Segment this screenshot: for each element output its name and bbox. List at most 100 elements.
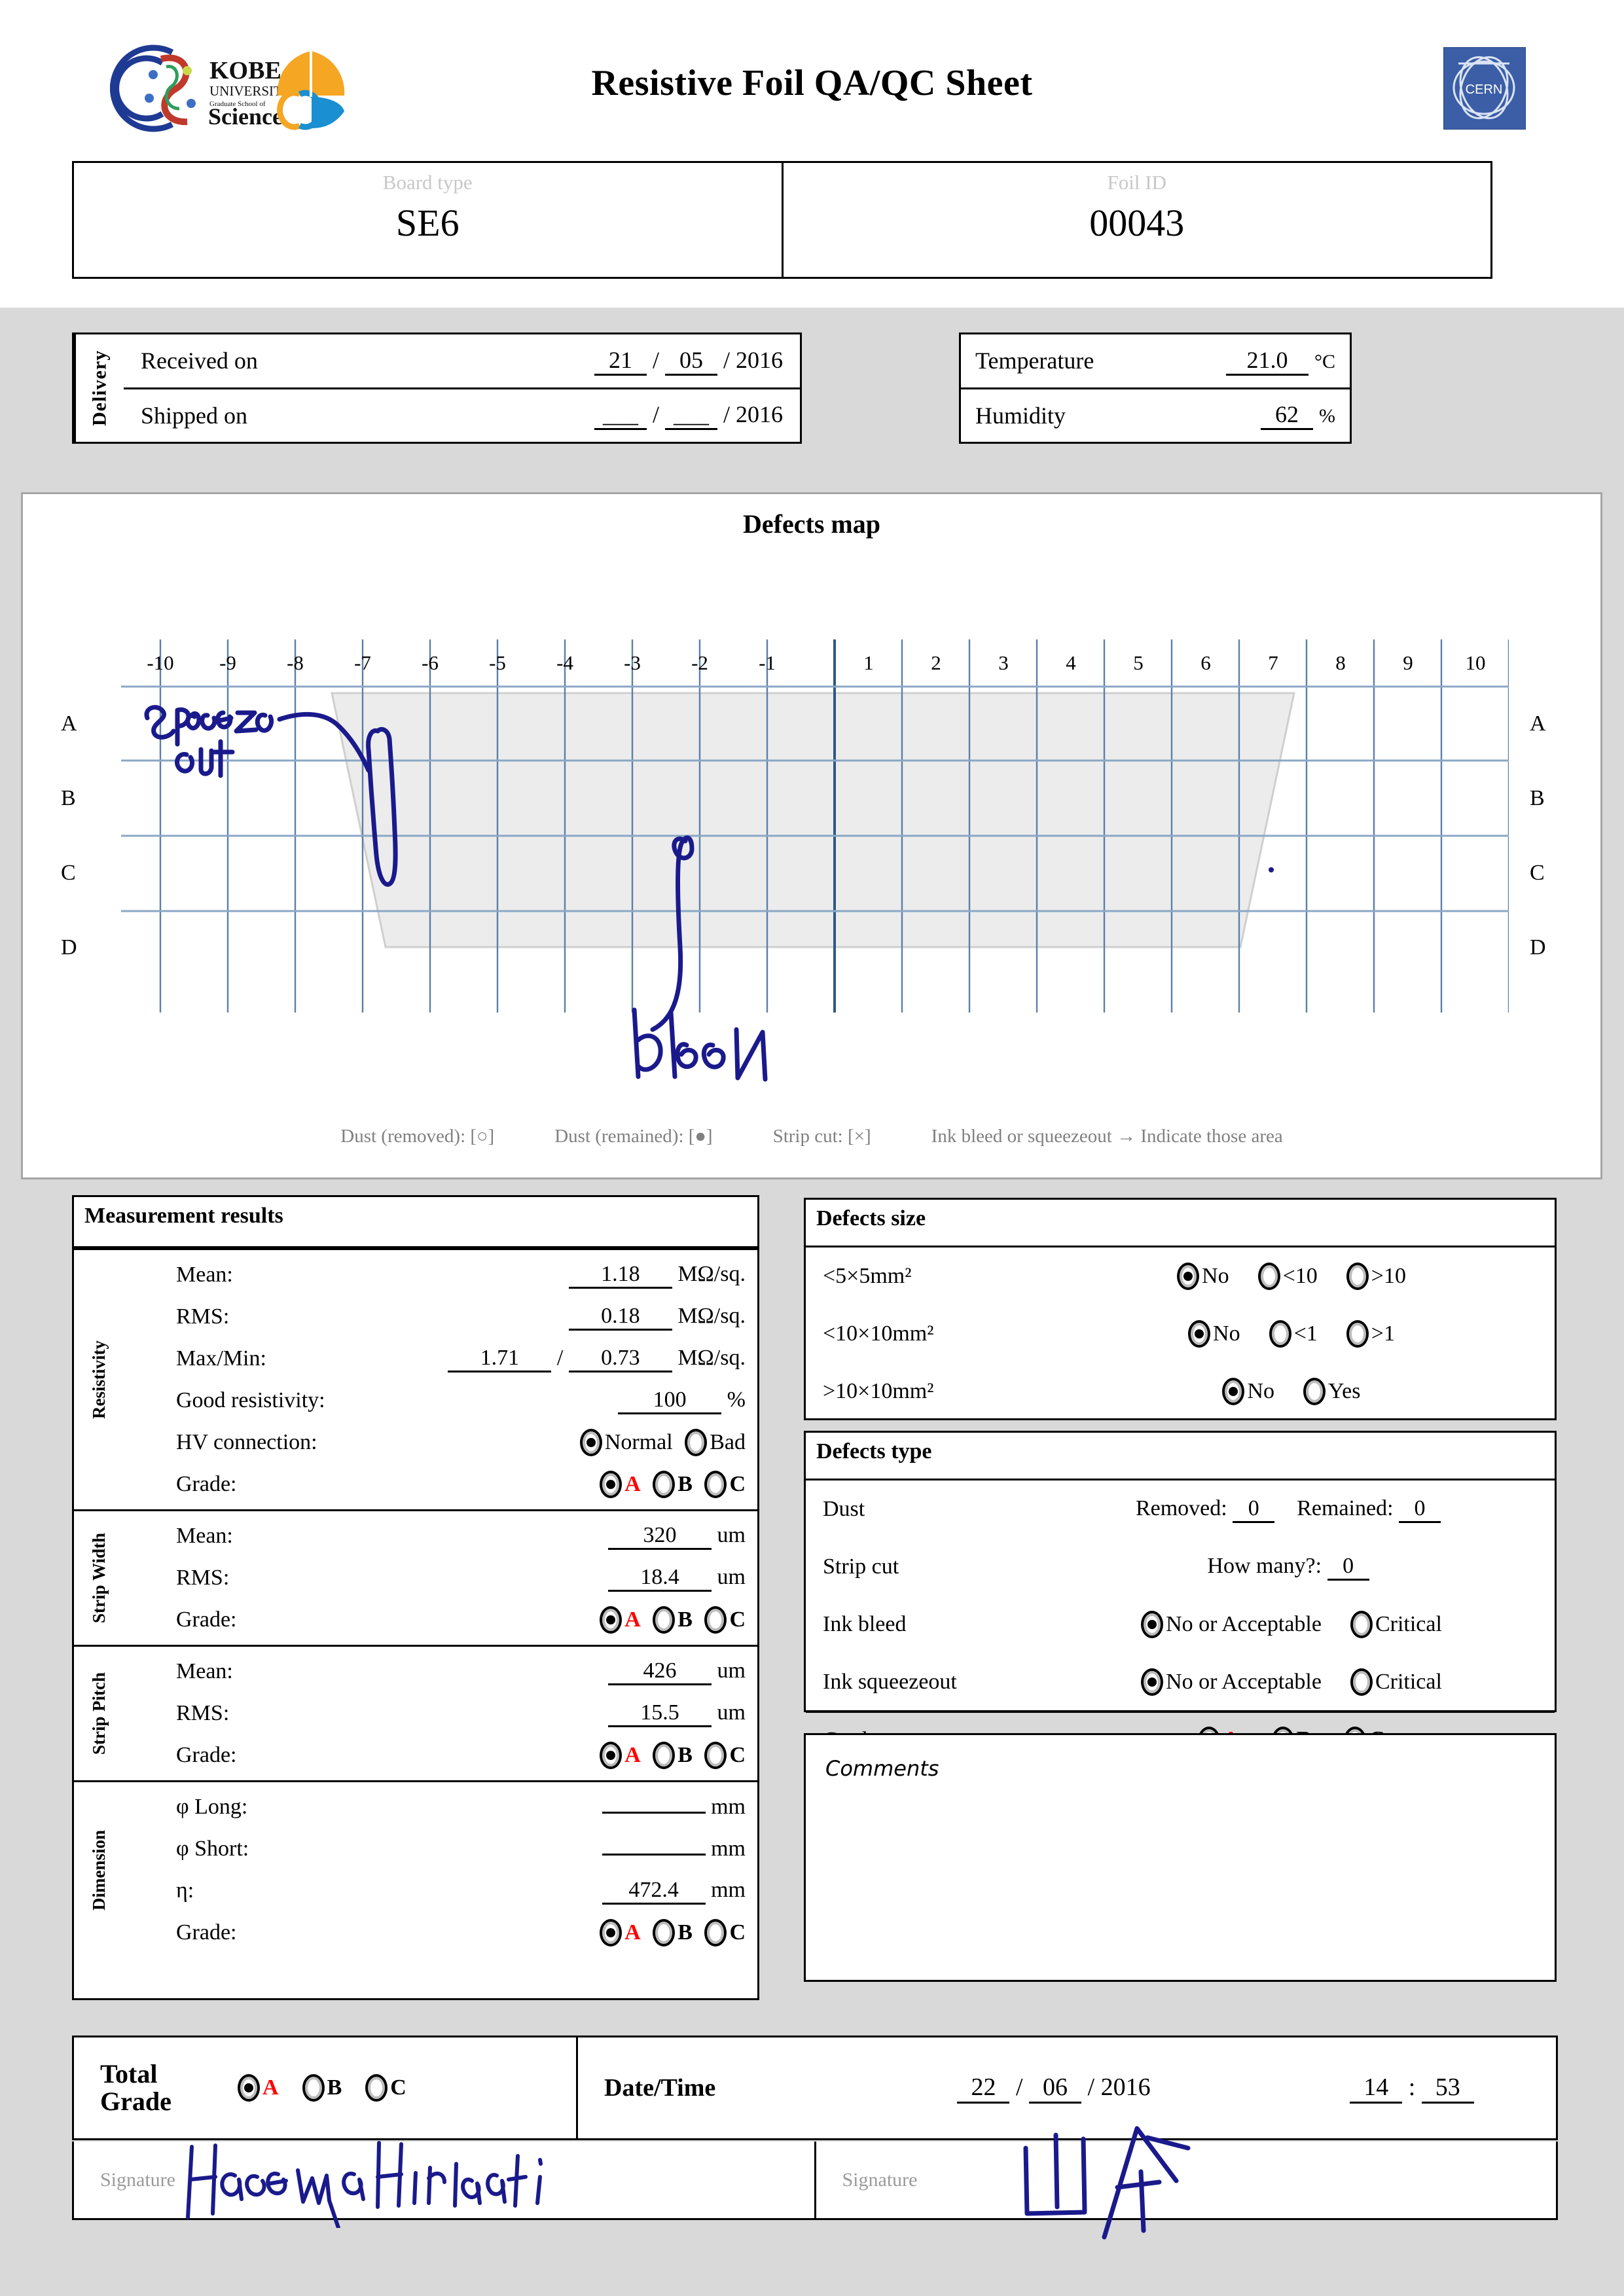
- strip-width-rms-value[interactable]: 18.4: [608, 1565, 712, 1592]
- humidity-value[interactable]: 62: [1261, 401, 1313, 431]
- total-grade-radio-c[interactable]: [365, 2074, 388, 2102]
- strip-width-grade-option-b[interactable]: B: [677, 1607, 693, 1632]
- strip-width-grade-option-a[interactable]: A: [624, 1607, 641, 1632]
- datetime-day[interactable]: 22: [957, 2073, 1010, 2104]
- strip-pitch-grade-radio-a[interactable]: [600, 1742, 623, 1770]
- ink-bleed-radio-critical[interactable]: [1350, 1611, 1373, 1639]
- resistivity-grade-option-a[interactable]: A: [624, 1472, 641, 1496]
- dust-remained-value[interactable]: 0: [1399, 1496, 1441, 1523]
- hv-option-bad[interactable]: Bad: [710, 1430, 746, 1454]
- col-label-3: 3: [998, 651, 1009, 674]
- defects-size-5x5-option-gt10[interactable]: >10: [1371, 1264, 1406, 1288]
- strip-pitch-grade-option-a[interactable]: A: [624, 1743, 641, 1767]
- defects-map-grid[interactable]: -10 -9 -8 -7 -6 -5 -4 -3 -2 -1 1 2 3 4 5…: [61, 639, 1546, 1082]
- ink-bleed-option-acceptable[interactable]: No or Acceptable: [1166, 1612, 1322, 1636]
- resistivity-grade-radio-c[interactable]: [704, 1471, 727, 1499]
- total-grade-radio-a[interactable]: [238, 2074, 260, 2102]
- temperature-value[interactable]: 21.0: [1225, 346, 1308, 376]
- defects-size-10x10-radio-gt1[interactable]: [1346, 1320, 1369, 1348]
- ink-squeezeout-option-acceptable[interactable]: No or Acceptable: [1166, 1670, 1322, 1694]
- row-label-right-c: C: [1530, 861, 1545, 885]
- col-label--9: -9: [219, 651, 236, 674]
- total-grade-option-b[interactable]: B: [327, 2075, 342, 2100]
- resistivity-grade-radio-b[interactable]: [653, 1471, 676, 1499]
- defects-size-5x5-option-no[interactable]: No: [1202, 1264, 1229, 1288]
- defects-size-5x5-option-lt10[interactable]: <10: [1283, 1264, 1318, 1288]
- strip-pitch-mean-value[interactable]: 426: [608, 1659, 712, 1685]
- defects-type-ink-squeezeout-options: No or Acceptable Critical: [1039, 1668, 1538, 1696]
- strip-width-mean-row: Mean: 320 um: [124, 1515, 757, 1557]
- total-grade-option-a[interactable]: A: [262, 2075, 279, 2100]
- total-grade-radio-b[interactable]: [302, 2074, 325, 2102]
- datetime-month[interactable]: 06: [1029, 2073, 1081, 2104]
- signature-cell-right[interactable]: Signature 山会: [814, 2126, 1557, 2240]
- defects-size-gt10x10-radio-no[interactable]: [1222, 1378, 1245, 1406]
- defects-size-10x10-option-no[interactable]: No: [1213, 1321, 1240, 1346]
- total-grade-title-line1: Total: [100, 2059, 158, 2089]
- col-label--6: -6: [422, 651, 439, 674]
- defects-size-row-gt10x10: >10×10mm² No Yes: [806, 1363, 1555, 1420]
- dimension-short-value[interactable]: [602, 1854, 706, 1856]
- shipped-day[interactable]: ___: [594, 401, 647, 431]
- strip-pitch-grade-radio-b[interactable]: [653, 1742, 676, 1770]
- ink-bleed-option-critical[interactable]: Critical: [1375, 1612, 1442, 1636]
- shipped-month[interactable]: ___: [664, 401, 717, 431]
- strip-pitch-grade-radio-c[interactable]: [704, 1742, 727, 1770]
- dimension-long-value[interactable]: [602, 1812, 706, 1814]
- defect-dot-mark: [1269, 867, 1274, 872]
- strip-pitch-rms-value[interactable]: 15.5: [608, 1700, 712, 1727]
- received-month[interactable]: 05: [664, 346, 717, 376]
- datetime-minute[interactable]: 53: [1421, 2073, 1474, 2104]
- strip-pitch-grade-option-b[interactable]: B: [677, 1743, 693, 1767]
- dimension-grade-radio-a[interactable]: [600, 1919, 623, 1947]
- dimension-grade-radio-b[interactable]: [653, 1919, 676, 1947]
- strip-width-mean-value[interactable]: 320: [608, 1523, 712, 1550]
- strip-pitch-grade-option-c[interactable]: C: [729, 1743, 746, 1767]
- ink-bleed-radio-acceptable[interactable]: [1141, 1611, 1164, 1639]
- dust-removed-value[interactable]: 0: [1233, 1496, 1275, 1523]
- good-resistivity-unit: %: [727, 1387, 746, 1412]
- strip-width-grade-radio-c[interactable]: [704, 1606, 727, 1634]
- defects-size-10x10-option-gt1[interactable]: >1: [1371, 1321, 1395, 1346]
- defects-type-strip-cut-row: Strip cut How many?: 0: [806, 1538, 1555, 1596]
- defects-size-5x5-radio-lt10[interactable]: [1257, 1263, 1280, 1291]
- defects-type-panel: Defects type Dust Removed: 0 Remained: 0…: [804, 1431, 1557, 1754]
- hv-option-normal[interactable]: Normal: [605, 1430, 673, 1454]
- ink-squeezeout-radio-critical[interactable]: [1350, 1668, 1373, 1696]
- resistivity-grade-radio-a[interactable]: [600, 1471, 623, 1499]
- good-resistivity-value[interactable]: 100: [618, 1388, 722, 1414]
- dimension-grade-option-b[interactable]: B: [677, 1920, 693, 1945]
- resistivity-mean-value[interactable]: 1.18: [568, 1262, 672, 1289]
- ink-squeezeout-option-critical[interactable]: Critical: [1375, 1670, 1442, 1694]
- defects-size-gt10x10-option-no[interactable]: No: [1247, 1379, 1274, 1403]
- hv-radio-bad[interactable]: [685, 1429, 708, 1457]
- dimension-grade-option-c[interactable]: C: [729, 1920, 746, 1945]
- resistivity-max-value[interactable]: 1.71: [448, 1346, 552, 1372]
- hv-radio-normal[interactable]: [579, 1429, 602, 1457]
- resistivity-grade-option-c[interactable]: C: [729, 1472, 746, 1496]
- ink-squeezeout-radio-acceptable[interactable]: [1141, 1668, 1164, 1696]
- received-day[interactable]: 21: [594, 346, 647, 376]
- defects-size-10x10-radio-no[interactable]: [1188, 1320, 1211, 1348]
- total-grade-option-c[interactable]: C: [390, 2075, 406, 2100]
- defects-size-5x5-radio-gt10[interactable]: [1346, 1263, 1369, 1291]
- dimension-grade-option-a[interactable]: A: [624, 1920, 641, 1945]
- resistivity-min-value[interactable]: 0.73: [568, 1346, 672, 1372]
- defects-size-10x10-option-lt1[interactable]: <1: [1294, 1321, 1318, 1346]
- defects-size-gt10x10-option-yes[interactable]: Yes: [1328, 1379, 1360, 1403]
- strip-cut-value[interactable]: 0: [1327, 1554, 1369, 1581]
- defects-type-dust-label: Dust: [823, 1497, 865, 1521]
- defects-size-gt10x10-radio-yes[interactable]: [1303, 1378, 1326, 1406]
- strip-width-grade-option-c[interactable]: C: [729, 1607, 746, 1632]
- dimension-eta-value[interactable]: 472.4: [602, 1878, 706, 1905]
- strip-width-grade-radio-a[interactable]: [600, 1606, 623, 1634]
- comments-panel[interactable]: Comments: [804, 1733, 1557, 1982]
- defects-size-10x10-radio-lt1[interactable]: [1269, 1320, 1291, 1348]
- resistivity-grade-option-b[interactable]: B: [677, 1472, 693, 1496]
- datetime-hour[interactable]: 14: [1350, 2073, 1403, 2104]
- strip-width-grade-radio-b[interactable]: [653, 1606, 676, 1634]
- dimension-grade-radio-c[interactable]: [704, 1919, 727, 1947]
- resistivity-rms-value[interactable]: 0.18: [568, 1304, 672, 1331]
- defects-size-5x5-radio-no[interactable]: [1177, 1263, 1200, 1291]
- signature-cell-left[interactable]: Signature: [74, 2141, 814, 2228]
